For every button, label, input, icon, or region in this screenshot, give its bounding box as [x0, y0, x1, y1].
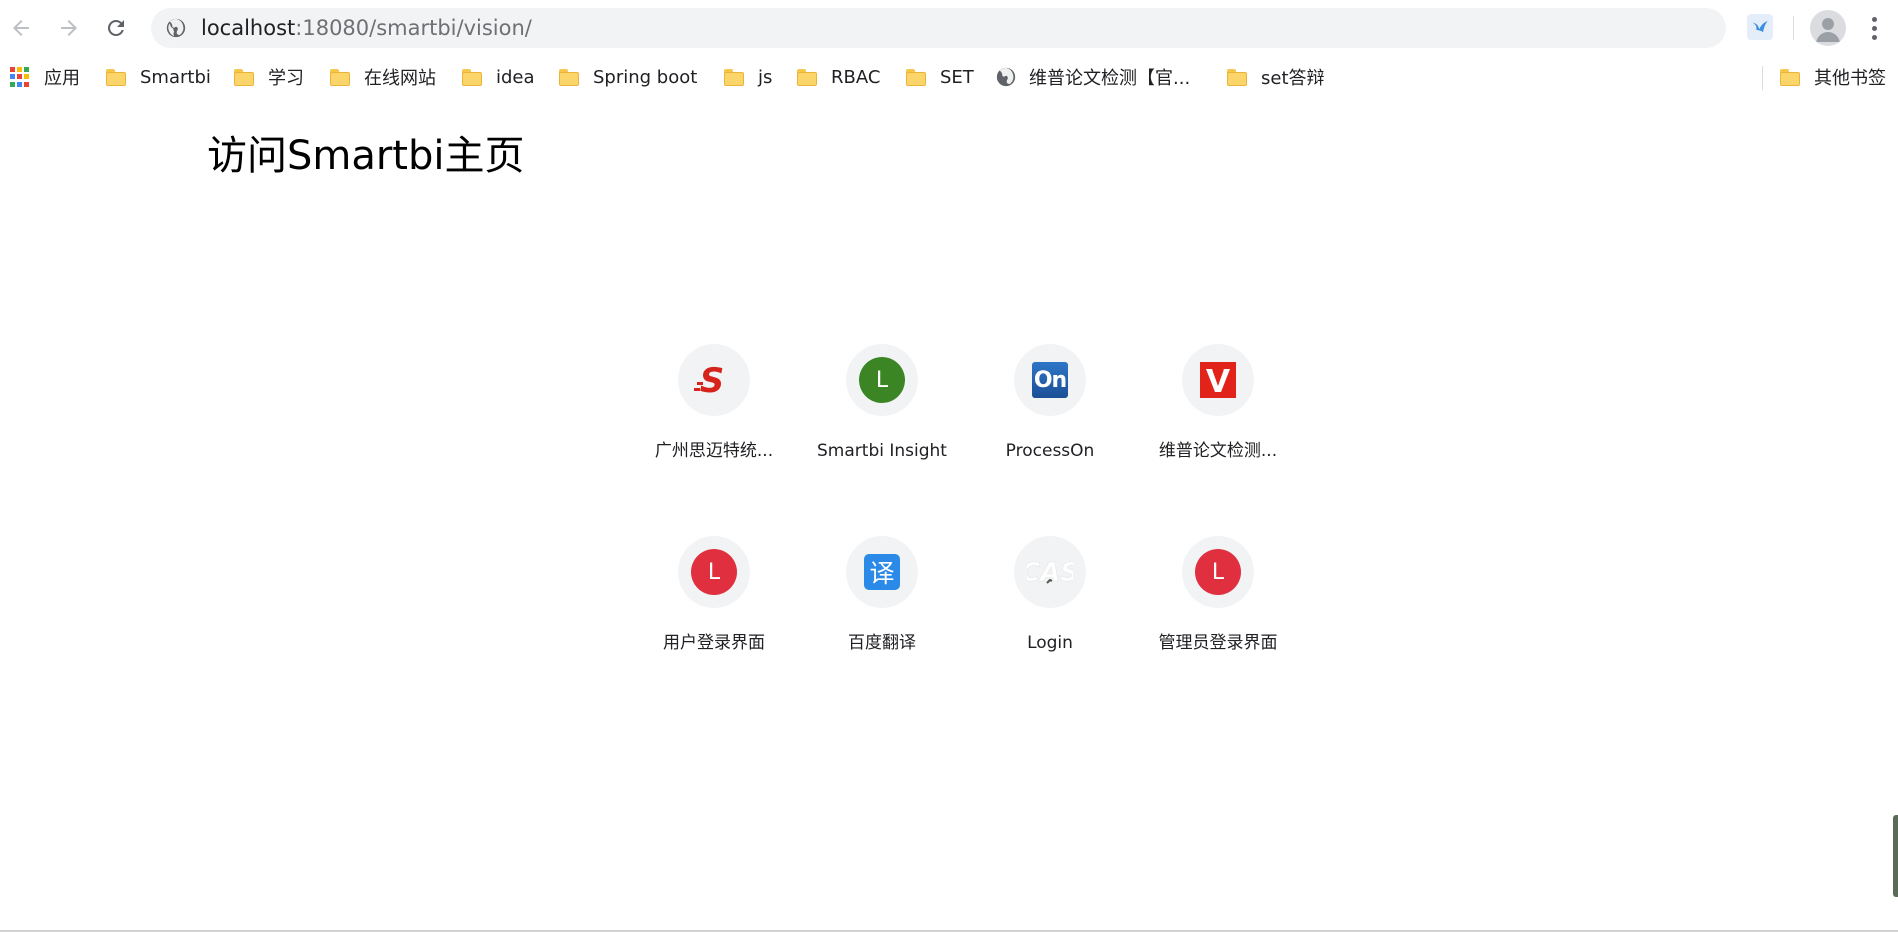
forward-arrow-icon [61, 20, 77, 36]
shortcut-tile-baidu-translate[interactable]: 译 百度翻译 [798, 536, 966, 696]
back-button[interactable] [3, 10, 39, 46]
bookmark-folder-spring-boot[interactable]: Spring boot [559, 62, 697, 92]
shortcut-tile-admin-login[interactable]: L 管理员登录界面 [1134, 536, 1302, 696]
reload-button[interactable] [98, 10, 134, 46]
letter-l-icon: L [859, 357, 905, 403]
bookmark-label: SET [940, 66, 974, 88]
bookmark-label: idea [496, 66, 535, 88]
shortcut-icon-circle: L [1182, 536, 1254, 608]
letter-l-icon: L [691, 549, 737, 595]
bookmark-label: js [758, 66, 773, 88]
shortcut-label: 用户登录界面 [663, 633, 765, 653]
url-host: localhost [201, 16, 296, 40]
folder-icon [797, 68, 817, 86]
shortcut-label: 广州思迈特统... [654, 441, 774, 461]
page-title: 访问Smartbi主页 [207, 132, 525, 179]
shortcut-tile-smartbi-insight[interactable]: L Smartbi Insight [798, 344, 966, 504]
bookmark-folder-set-defense[interactable]: set答辩 [1227, 62, 1325, 92]
bookmark-folder-study[interactable]: 学习 [234, 62, 304, 92]
bookmark-label: RBAC [831, 66, 881, 88]
baidu-translate-icon: 译 [864, 554, 900, 590]
svg-text:S: S [700, 362, 725, 398]
bookmark-folder-rbac[interactable]: RBAC [797, 62, 880, 92]
shortcut-label: 维普论文检测... [1158, 441, 1278, 461]
avatar-icon [1816, 18, 1840, 42]
shortcut-label: Smartbi Insight [817, 441, 947, 461]
folder-icon [234, 68, 254, 86]
shortcut-icon-circle: L [678, 536, 750, 608]
scrollbar-thumb[interactable] [1893, 815, 1898, 897]
bookmark-label: 维普论文检测【官... [1029, 68, 1191, 89]
shortcut-tile-vip-check[interactable]: 维普论文检测... [1134, 344, 1302, 504]
shortcut-icon-circle: 译 [846, 536, 918, 608]
bookmark-label: 在线网站 [364, 68, 436, 89]
shortcut-tile-login[interactable]: CAS Login [966, 536, 1134, 696]
browser-toolbar: localhost:18080/smartbi/vision/ [0, 0, 1898, 56]
shortcut-label: Login [1027, 633, 1073, 653]
folder-icon [330, 68, 350, 86]
folder-icon [724, 68, 744, 86]
shortcut-icon-circle: S [678, 344, 750, 416]
folder-icon [906, 68, 926, 86]
bookmarks-bar: 应用 Smartbi 学习 在线网站 idea Spring boot js R… [0, 56, 1898, 98]
shortcut-label: 管理员登录界面 [1158, 633, 1278, 653]
menu-dot [1871, 34, 1877, 40]
address-bar[interactable]: localhost:18080/smartbi/vision/ [151, 8, 1726, 48]
back-arrow-icon [13, 20, 29, 36]
menu-dot [1871, 25, 1877, 31]
url-text: localhost:18080/smartbi/vision/ [201, 15, 532, 41]
menu-dot [1871, 16, 1877, 22]
cas-logo-icon: CAS [1027, 558, 1073, 589]
bookmark-folder-online-sites[interactable]: 在线网站 [330, 62, 436, 92]
shortcut-tile-smartbi-company[interactable]: S 广州思迈特统... [630, 344, 798, 504]
site-info-icon[interactable] [165, 17, 187, 39]
apps-grid-icon [10, 67, 30, 87]
svg-text:CAS: CAS [1027, 558, 1073, 588]
globe-icon [996, 67, 1016, 87]
bookmark-label: 其他书签 [1814, 68, 1886, 89]
shortcut-icon-circle [1182, 344, 1254, 416]
bookmark-folder-js[interactable]: js [724, 62, 772, 92]
bookmarks-separator [1762, 66, 1763, 90]
bookmark-label: set答辩 [1261, 68, 1325, 89]
shortcut-tile-processon[interactable]: On ProcessOn [966, 344, 1134, 504]
letter-l-icon: L [1195, 549, 1241, 595]
processon-logo-icon: On [1032, 362, 1068, 398]
shortcut-icon-circle: L [846, 344, 918, 416]
bookmark-other-folder[interactable]: 其他书签 [1780, 62, 1886, 92]
bookmark-vip-check[interactable]: 维普论文检测【官... [995, 62, 1190, 92]
folder-icon [1780, 68, 1800, 86]
shortcut-tile-user-login[interactable]: L 用户登录界面 [630, 536, 798, 696]
url-path: :18080/smartbi/vision/ [295, 16, 532, 40]
bookmark-label: Spring boot [593, 66, 698, 88]
shortcut-icon-circle: CAS [1014, 536, 1086, 608]
bookmark-apps[interactable]: 应用 [10, 62, 80, 92]
toolbar-separator [1793, 16, 1794, 40]
profile-avatar-button[interactable] [1810, 10, 1846, 46]
browser-menu-button[interactable] [1862, 10, 1886, 46]
bookmark-label: Smartbi [140, 66, 211, 88]
bookmark-label: 应用 [44, 68, 80, 89]
shortcut-label: 百度翻译 [848, 633, 916, 653]
bookmark-label: 学习 [268, 68, 304, 89]
bookmark-folder-set[interactable]: SET [906, 62, 974, 92]
shortcut-icon-circle: On [1014, 344, 1086, 416]
folder-icon [1227, 68, 1247, 86]
reload-icon [108, 20, 124, 36]
vip-logo-icon [1200, 362, 1236, 398]
folder-icon [106, 68, 126, 86]
bookmark-folder-idea[interactable]: idea [462, 62, 535, 92]
extension-bird-icon[interactable] [1747, 14, 1773, 40]
forward-button[interactable] [51, 10, 87, 46]
folder-icon [559, 68, 579, 86]
shortcut-label: ProcessOn [1005, 441, 1095, 461]
smartbi-logo-icon: S [694, 362, 725, 398]
bookmark-folder-smartbi[interactable]: Smartbi [106, 62, 211, 92]
folder-icon [462, 68, 482, 86]
